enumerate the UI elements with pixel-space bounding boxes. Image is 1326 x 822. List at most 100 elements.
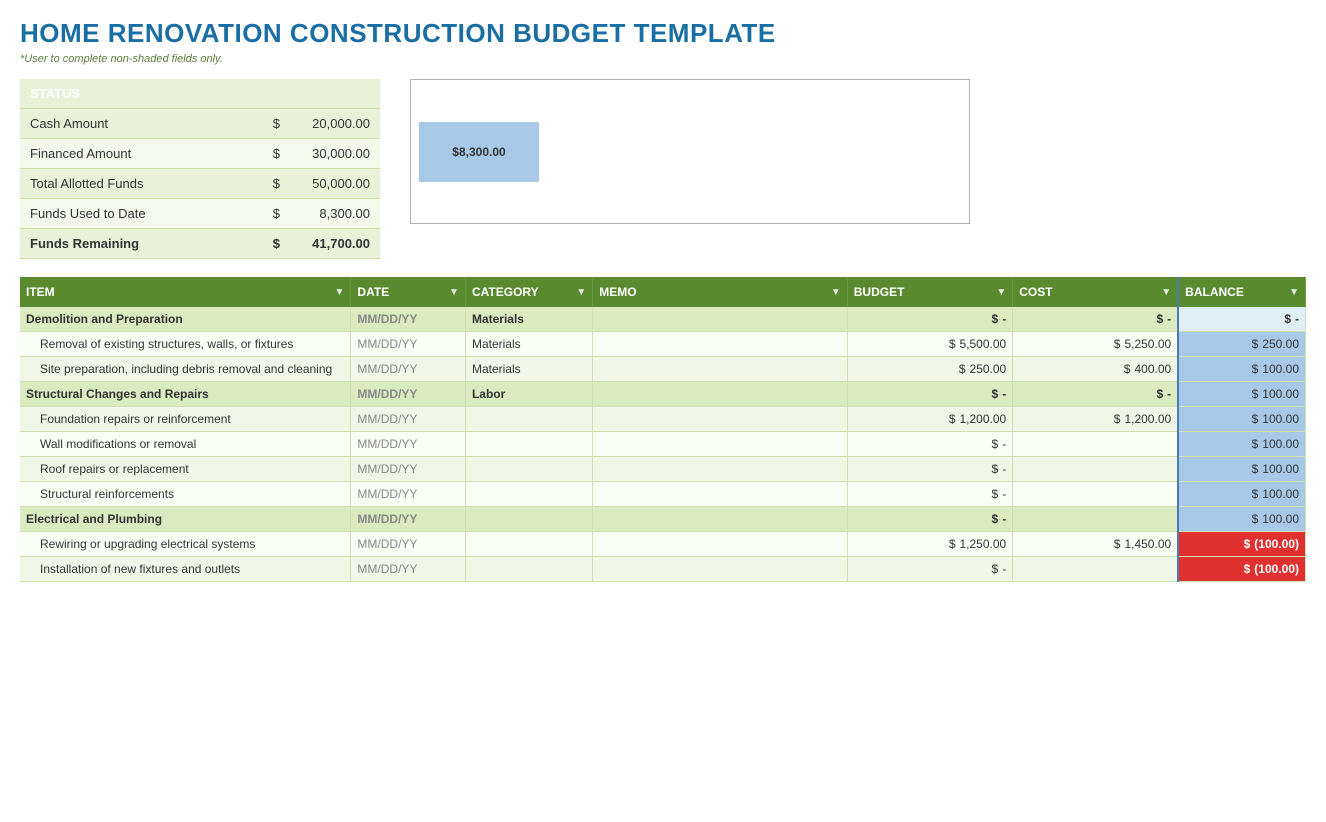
table-header-budget: BUDGET▼ [847, 277, 1012, 307]
dropdown-arrow[interactable]: ▼ [449, 287, 459, 298]
cell-cost[interactable]: $1,450.00 [1013, 532, 1178, 557]
cell-balance: $100.00 [1178, 357, 1305, 382]
cell-date[interactable]: MM/DD/YY [351, 557, 466, 582]
cell-item: Demolition and Preparation [20, 307, 351, 332]
cell-balance: $100.00 [1178, 407, 1305, 432]
cell-memo[interactable] [593, 432, 848, 457]
status-label: Funds Used to Date [20, 199, 240, 229]
cell-cost[interactable]: $400.00 [1013, 357, 1178, 382]
cell-budget[interactable]: $- [847, 307, 1012, 332]
cell-cost[interactable]: $- [1013, 382, 1178, 407]
page-title: HOME RENOVATION CONSTRUCTION BUDGET TEMP… [20, 18, 1306, 49]
cell-memo[interactable] [593, 357, 848, 382]
cell-budget[interactable]: $250.00 [847, 357, 1012, 382]
status-label: Financed Amount [20, 139, 240, 169]
cell-cost[interactable] [1013, 432, 1178, 457]
table-header-category: CATEGORY▼ [465, 277, 592, 307]
cell-budget[interactable]: $- [847, 382, 1012, 407]
cell-category [465, 557, 592, 582]
cell-date[interactable]: MM/DD/YY [351, 382, 466, 407]
cell-item: Structural Changes and Repairs [20, 382, 351, 407]
cell-item: Electrical and Plumbing [20, 507, 351, 532]
dropdown-arrow[interactable]: ▼ [576, 287, 586, 298]
status-label: Total Allotted Funds [20, 169, 240, 199]
cell-category [465, 507, 592, 532]
cell-date[interactable]: MM/DD/YY [351, 432, 466, 457]
dropdown-arrow[interactable]: ▼ [1289, 287, 1299, 298]
cell-cost[interactable] [1013, 507, 1178, 532]
table-row: Electrical and Plumbing MM/DD/YY $- $100… [20, 507, 1306, 532]
cell-memo[interactable] [593, 407, 848, 432]
cell-date[interactable]: MM/DD/YY [351, 307, 466, 332]
cell-budget[interactable]: $1,250.00 [847, 532, 1012, 557]
cell-item: Structural reinforcements [20, 482, 351, 507]
cell-balance: $- [1178, 307, 1305, 332]
cell-date[interactable]: MM/DD/YY [351, 332, 466, 357]
cell-balance: $100.00 [1178, 382, 1305, 407]
cell-category: Materials [465, 357, 592, 382]
cell-category [465, 532, 592, 557]
status-header: STATUS [20, 79, 380, 109]
table-row: Site preparation, including debris remov… [20, 357, 1306, 382]
cell-memo[interactable] [593, 457, 848, 482]
dropdown-arrow[interactable]: ▼ [996, 287, 1006, 298]
cell-cost[interactable]: $- [1013, 307, 1178, 332]
cell-category: Materials [465, 332, 592, 357]
cell-date[interactable]: MM/DD/YY [351, 457, 466, 482]
table-row: Installation of new fixtures and outlets… [20, 557, 1306, 582]
cell-balance: $100.00 [1178, 507, 1305, 532]
cell-date[interactable]: MM/DD/YY [351, 407, 466, 432]
cell-item: Site preparation, including debris remov… [20, 357, 351, 382]
cell-budget[interactable]: $- [847, 432, 1012, 457]
dropdown-arrow[interactable]: ▼ [1161, 287, 1171, 298]
cell-budget[interactable]: $- [847, 457, 1012, 482]
cell-cost[interactable] [1013, 482, 1178, 507]
cell-date[interactable]: MM/DD/YY [351, 507, 466, 532]
cell-item: Wall modifications or removal [20, 432, 351, 457]
cell-budget[interactable]: $1,200.00 [847, 407, 1012, 432]
cell-memo[interactable] [593, 557, 848, 582]
cell-cost[interactable] [1013, 457, 1178, 482]
main-budget-table: ITEM▼DATE▼CATEGORY▼MEMO▼BUDGET▼COST▼BALA… [20, 277, 1306, 582]
status-symbol: $ [240, 109, 290, 139]
table-row: Foundation repairs or reinforcement MM/D… [20, 407, 1306, 432]
status-symbol: $ [240, 139, 290, 169]
cell-category [465, 457, 592, 482]
status-symbol: $ [240, 229, 290, 259]
cell-category: Materials [465, 307, 592, 332]
cell-date[interactable]: MM/DD/YY [351, 532, 466, 557]
cell-memo[interactable] [593, 382, 848, 407]
status-row: Funds Used to Date $ 8,300.00 [20, 199, 380, 229]
cell-budget[interactable]: $- [847, 507, 1012, 532]
cell-budget[interactable]: $- [847, 482, 1012, 507]
cell-cost[interactable]: $1,200.00 [1013, 407, 1178, 432]
cell-memo[interactable] [593, 482, 848, 507]
cell-balance: $100.00 [1178, 457, 1305, 482]
status-value: 41,700.00 [290, 229, 380, 259]
cell-category: Labor [465, 382, 592, 407]
dropdown-arrow[interactable]: ▼ [335, 287, 345, 298]
table-row: Rewiring or upgrading electrical systems… [20, 532, 1306, 557]
table-header-balance: BALANCE▼ [1178, 277, 1305, 307]
cell-date[interactable]: MM/DD/YY [351, 357, 466, 382]
status-row: Financed Amount $ 30,000.00 [20, 139, 380, 169]
cell-date[interactable]: MM/DD/YY [351, 482, 466, 507]
table-header-memo: MEMO▼ [593, 277, 848, 307]
cell-memo[interactable] [593, 507, 848, 532]
cell-memo[interactable] [593, 532, 848, 557]
table-row: Structural reinforcements MM/DD/YY $- $1… [20, 482, 1306, 507]
chart-bar: $8,300.00 [419, 122, 539, 182]
cell-memo[interactable] [593, 332, 848, 357]
table-row: Wall modifications or removal MM/DD/YY $… [20, 432, 1306, 457]
cell-budget[interactable]: $5,500.00 [847, 332, 1012, 357]
cell-cost[interactable] [1013, 557, 1178, 582]
dropdown-arrow[interactable]: ▼ [831, 287, 841, 298]
status-value: 30,000.00 [290, 139, 380, 169]
cell-item: Roof repairs or replacement [20, 457, 351, 482]
table-header-cost: COST▼ [1013, 277, 1178, 307]
table-row: Demolition and Preparation MM/DD/YY Mate… [20, 307, 1306, 332]
cell-memo[interactable] [593, 307, 848, 332]
cell-cost[interactable]: $5,250.00 [1013, 332, 1178, 357]
cell-budget[interactable]: $- [847, 557, 1012, 582]
cell-category [465, 482, 592, 507]
